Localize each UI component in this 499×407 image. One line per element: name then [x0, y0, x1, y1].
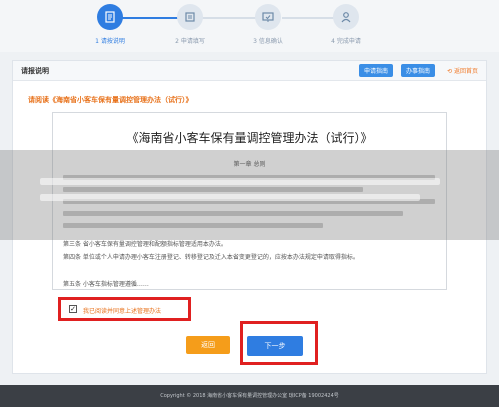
- panel-title: 请报说明: [21, 67, 49, 75]
- agree-checkbox[interactable]: ✓: [69, 305, 77, 313]
- progress-stepper: 1 请按说明 2 申请填写 3 信息确认 4 完成申请: [0, 0, 499, 52]
- user-icon: [333, 4, 359, 30]
- agree-highlight: ✓ 我已阅读并同意上述管理办法: [58, 297, 191, 321]
- footer-copyright: Copyright © 2018 海南省小客车保有量调控管理办公室 琼ICP备 …: [160, 393, 339, 399]
- monitor-check-icon: [255, 4, 281, 30]
- article-4: 第四条 单位或个人申请办理小客车注册登记、转移登记及迁入本省变更登记的，应按本办…: [63, 254, 359, 261]
- step-3-label: 3 信息确认: [253, 38, 283, 45]
- step-1: 1 请按说明: [80, 4, 140, 45]
- document-icon: [97, 4, 123, 30]
- form-icon: [177, 4, 203, 30]
- article-3: 第三条 省小客车保有量调控管理和配额指标管理适用本办法。: [63, 241, 227, 248]
- step-4: 4 完成申请: [316, 4, 376, 45]
- step-2: 2 申请填写: [160, 4, 220, 45]
- step-4-label: 4 完成申请: [331, 38, 361, 45]
- return-button[interactable]: 返回: [186, 336, 230, 354]
- overlay-bar: [40, 194, 420, 201]
- next-highlight: 下一步: [240, 321, 318, 365]
- next-step-button[interactable]: 下一步: [247, 336, 303, 356]
- step-3: 3 信息确认: [238, 4, 298, 45]
- document-title: 《海南省小客车保有量调控管理办法（试行）》: [126, 131, 373, 145]
- step-1-label: 1 请按说明: [95, 38, 125, 45]
- agree-label[interactable]: 我已阅读并同意上述管理办法: [83, 306, 161, 315]
- blur-overlay: [0, 150, 499, 240]
- step-2-label: 2 申请填写: [175, 38, 205, 45]
- article-5: 第五条 小客车指标管理遵循……: [63, 281, 149, 288]
- overlay-bar: [40, 178, 440, 185]
- read-notice: 请阅读《海南省小客车保有量调控管理办法（试行）》: [28, 96, 193, 104]
- back-home-link[interactable]: ⟲ 返回首页: [447, 66, 478, 75]
- footer: Copyright © 2018 海南省小客车保有量调控管理办公室 琼ICP备 …: [0, 385, 499, 407]
- apply-guide-button[interactable]: 申请指南: [359, 64, 393, 77]
- work-guide-button[interactable]: 办事指南: [401, 64, 435, 77]
- panel-header: 请报说明 申请指南 办事指南 ⟲ 返回首页: [13, 61, 486, 81]
